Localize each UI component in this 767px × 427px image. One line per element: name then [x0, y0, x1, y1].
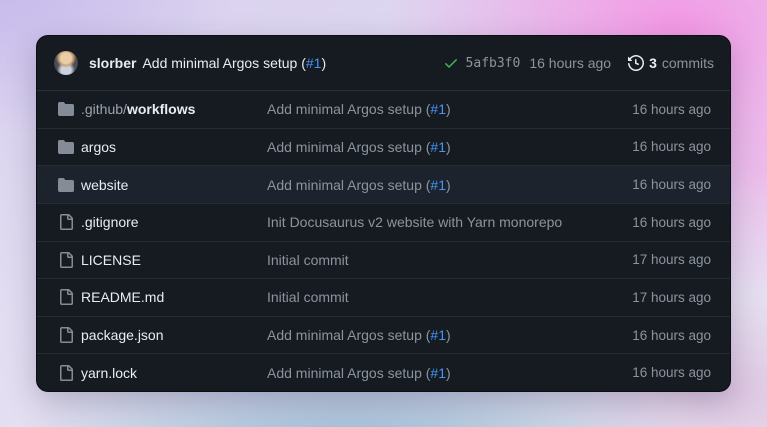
- commit-message-text[interactable]: Initial commit: [267, 289, 349, 305]
- commit-message-cell: Add minimal Argos setup (#1): [267, 327, 625, 343]
- commit-message-cell: Initial commit: [267, 289, 625, 305]
- commits-label[interactable]: commits: [662, 55, 714, 71]
- commit-time: 16 hours ago: [632, 328, 711, 343]
- table-row[interactable]: argos Add minimal Argos setup (#1) 16 ho…: [37, 128, 730, 166]
- commit-time: 16 hours ago: [632, 215, 711, 230]
- file-name[interactable]: argos: [81, 139, 116, 155]
- commit-time: 16 hours ago: [632, 139, 711, 154]
- commit-message-text[interactable]: Add minimal Argos setup (: [267, 177, 430, 193]
- commit-message-text[interactable]: Add minimal Argos setup (: [267, 365, 430, 381]
- row-icon-cell: [58, 177, 74, 193]
- commit-hash[interactable]: 5afb3f0: [466, 56, 521, 71]
- commit-time: 17 hours ago: [632, 252, 711, 267]
- commit-message-text[interactable]: Add minimal Argos setup (: [267, 101, 430, 117]
- commit-time: 16 hours ago: [632, 177, 711, 192]
- commit-message-text[interactable]: Add minimal Argos setup (: [267, 139, 430, 155]
- table-row[interactable]: package.json Add minimal Argos setup (#1…: [37, 316, 730, 354]
- commit-message-suffix: ): [446, 101, 451, 117]
- file-name-cell: package.json: [81, 327, 260, 343]
- folder-icon: [58, 177, 74, 193]
- commit-time: 16 hours ago: [529, 55, 611, 71]
- commit-time: 17 hours ago: [632, 290, 711, 305]
- pr-link[interactable]: #1: [306, 55, 322, 71]
- commit-message-suffix: ): [446, 365, 451, 381]
- table-row[interactable]: LICENSE Initial commit 17 hours ago: [37, 241, 730, 279]
- check-icon[interactable]: [443, 55, 459, 71]
- file-name-cell: .gitignore: [81, 214, 260, 230]
- row-icon-cell: [58, 214, 74, 230]
- file-name-prefix[interactable]: .github/: [81, 101, 127, 117]
- commit-message-cell: Add minimal Argos setup (#1): [267, 101, 625, 117]
- folder-icon: [58, 139, 74, 155]
- commit-message-text[interactable]: Initial commit: [267, 252, 349, 268]
- file-icon: [58, 252, 74, 268]
- row-icon-cell: [58, 289, 74, 305]
- commit-message-cell: Init Docusaurus v2 website with Yarn mon…: [267, 214, 625, 230]
- commit-message-text[interactable]: Init Docusaurus v2 website with Yarn mon…: [267, 214, 562, 230]
- latest-commit-header: slorber Add minimal Argos setup ( #1 ) 5…: [37, 36, 730, 91]
- commit-message-suffix: ): [446, 327, 451, 343]
- commit-message-suffix: ): [446, 139, 451, 155]
- file-name-cell: README.md: [81, 289, 260, 305]
- file-name[interactable]: LICENSE: [81, 252, 141, 268]
- file-icon: [58, 365, 74, 381]
- file-icon: [58, 327, 74, 343]
- commit-message-text[interactable]: Add minimal Argos setup (: [267, 327, 430, 343]
- file-name[interactable]: workflows: [127, 101, 195, 117]
- file-name-cell: .github/workflows: [81, 101, 260, 117]
- commit-message-cell: Add minimal Argos setup (#1): [267, 139, 625, 155]
- table-row[interactable]: .github/workflows Add minimal Argos setu…: [37, 91, 730, 128]
- file-icon: [58, 289, 74, 305]
- commit-message-suffix: ): [321, 55, 326, 71]
- file-name[interactable]: website: [81, 177, 128, 193]
- file-name[interactable]: yarn.lock: [81, 365, 137, 381]
- file-name[interactable]: README.md: [81, 289, 164, 305]
- history-icon[interactable]: [628, 55, 644, 71]
- commits-count[interactable]: 3: [649, 55, 657, 71]
- commit-message-cell: Initial commit: [267, 252, 625, 268]
- table-row[interactable]: yarn.lock Add minimal Argos setup (#1) 1…: [37, 353, 730, 391]
- row-icon-cell: [58, 327, 74, 343]
- row-icon-cell: [58, 139, 74, 155]
- commit-message-suffix: ): [446, 177, 451, 193]
- file-name-cell: website: [81, 177, 260, 193]
- commit-message-cell: Add minimal Argos setup (#1): [267, 365, 625, 381]
- commit-time: 16 hours ago: [632, 102, 711, 117]
- table-row[interactable]: .gitignore Init Docusaurus v2 website wi…: [37, 203, 730, 241]
- pr-link[interactable]: #1: [430, 139, 446, 155]
- folder-icon: [58, 101, 74, 117]
- avatar[interactable]: [54, 51, 78, 75]
- pr-link[interactable]: #1: [430, 177, 446, 193]
- row-icon-cell: [58, 365, 74, 381]
- commit-message[interactable]: Add minimal Argos setup (: [142, 55, 305, 71]
- commit-author[interactable]: slorber: [89, 55, 136, 71]
- commit-time: 16 hours ago: [632, 365, 711, 380]
- file-name[interactable]: package.json: [81, 327, 164, 343]
- repo-file-browser: slorber Add minimal Argos setup ( #1 ) 5…: [36, 35, 731, 392]
- pr-link[interactable]: #1: [430, 101, 446, 117]
- commit-message-cell: Add minimal Argos setup (#1): [267, 177, 625, 193]
- file-table: .github/workflows Add minimal Argos setu…: [37, 91, 730, 391]
- table-row[interactable]: README.md Initial commit 17 hours ago: [37, 278, 730, 316]
- file-name-cell: yarn.lock: [81, 365, 260, 381]
- table-row[interactable]: website Add minimal Argos setup (#1) 16 …: [37, 165, 730, 203]
- pr-link[interactable]: #1: [430, 327, 446, 343]
- file-name-cell: LICENSE: [81, 252, 260, 268]
- row-icon-cell: [58, 252, 74, 268]
- pr-link[interactable]: #1: [430, 365, 446, 381]
- file-icon: [58, 214, 74, 230]
- row-icon-cell: [58, 101, 74, 117]
- file-name-cell: argos: [81, 139, 260, 155]
- file-name[interactable]: .gitignore: [81, 214, 139, 230]
